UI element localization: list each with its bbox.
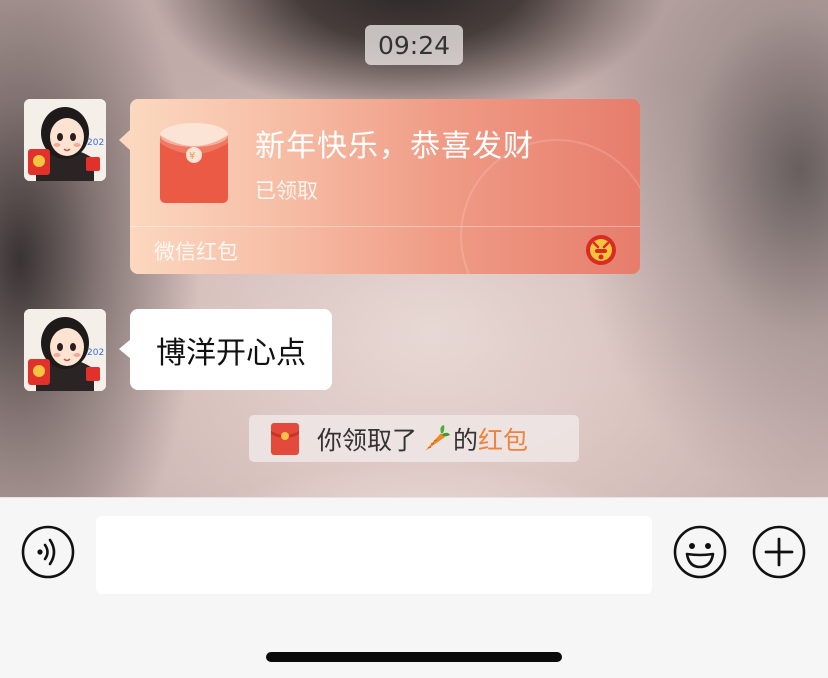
red-packet-link[interactable]: 红包	[478, 421, 528, 457]
carrot-emoji-icon	[419, 423, 451, 455]
text-message-content: 博洋开心点	[156, 335, 306, 371]
avatar-girl-icon: 202	[24, 99, 106, 181]
system-message: 你领取了 的 红包	[249, 415, 579, 462]
avatar-girl-icon: 202	[24, 309, 106, 391]
chat-background: 09:24 202 ¥ 新年快乐，恭喜发财 已领取 微信红包 202 博洋开心点…	[0, 0, 828, 497]
input-bar	[0, 497, 828, 678]
red-packet-message[interactable]: ¥ 新年快乐，恭喜发财 已领取 微信红包	[130, 99, 640, 274]
red-envelope-icon: ¥	[160, 123, 228, 203]
home-indicator[interactable]	[266, 652, 562, 662]
message-input[interactable]	[96, 516, 652, 594]
smiley-icon	[673, 525, 727, 579]
red-packet-status: 已领取	[255, 179, 318, 203]
svg-text:202: 202	[87, 348, 104, 358]
red-packet-title: 新年快乐，恭喜发财	[255, 129, 534, 164]
text-message-bubble[interactable]: 博洋开心点	[130, 309, 332, 390]
voice-button[interactable]	[21, 525, 75, 579]
red-packet-brand: 微信红包	[154, 240, 238, 264]
system-message-prefix: 你领取了	[317, 425, 418, 455]
voice-icon	[21, 525, 75, 579]
svg-text:¥: ¥	[189, 151, 195, 162]
red-envelope-icon	[271, 422, 299, 455]
system-message-middle: 的	[453, 425, 479, 455]
zodiac-badge-icon	[585, 234, 617, 266]
more-button[interactable]	[752, 525, 806, 579]
svg-text:202: 202	[87, 138, 104, 148]
sender-avatar[interactable]: 202	[24, 309, 106, 391]
plus-icon	[752, 525, 806, 579]
red-packet-divider	[130, 226, 640, 227]
emoji-button[interactable]	[673, 525, 727, 579]
timestamp: 09:24	[365, 25, 463, 65]
sender-avatar[interactable]: 202	[24, 99, 106, 181]
